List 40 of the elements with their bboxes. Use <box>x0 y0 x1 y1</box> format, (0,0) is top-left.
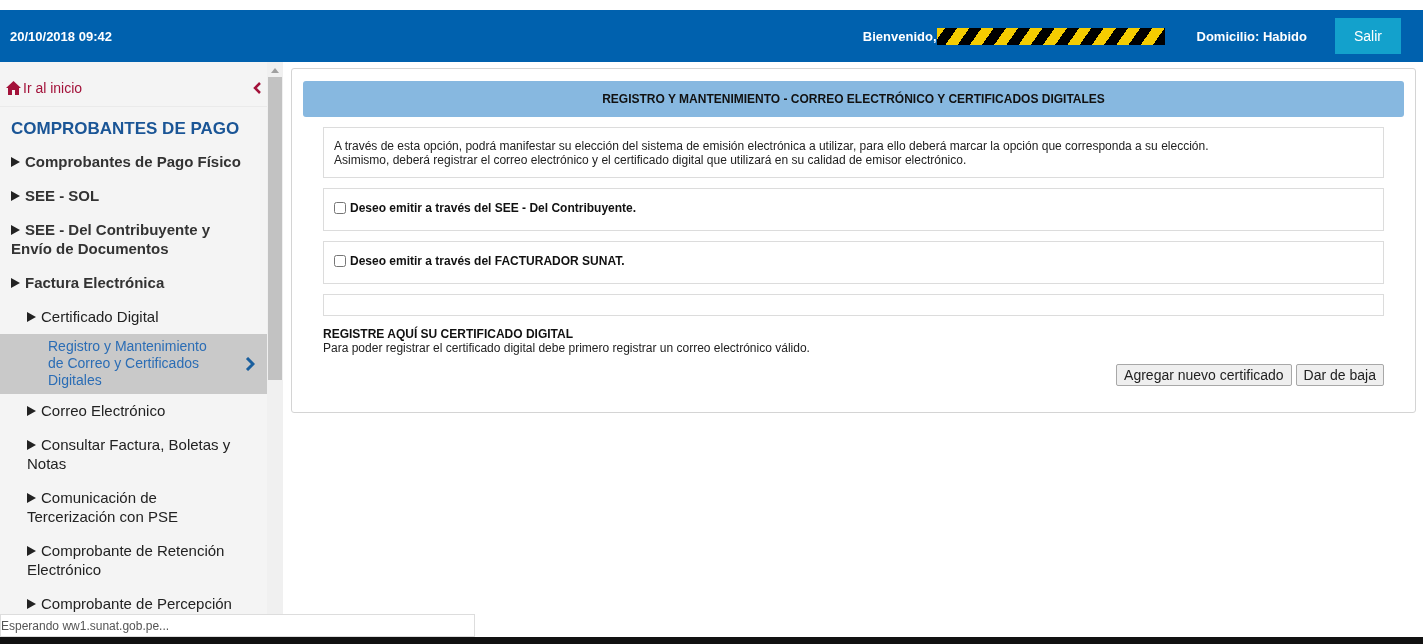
chevron-right-icon <box>245 356 255 371</box>
sidebar-item[interactable]: Certificado Digital <box>0 300 267 334</box>
triangle-right-icon <box>27 493 36 503</box>
intro-text: Asimismo, deberá registrar el correo electrónico y el certificado digital que utilizará en su calidad de emisor electrónico. <box>334 153 968 167</box>
action-button[interactable]: Agregar nuevo certificado <box>1116 364 1292 386</box>
option-checkbox[interactable]: Deseo emitir a través del SEE - Del Contribuyente. <box>334 201 637 215</box>
date-time: 20/10/2018 09:42 <box>9 28 112 44</box>
triangle-right-icon <box>27 440 36 450</box>
option-checkbox[interactable]: Deseo emitir a través del FACTURADOR SUNAT. <box>334 254 625 268</box>
section-note: Para poder registrar el certificado digital debe primero registrar un correo electrónico válido. <box>323 341 811 355</box>
triangle-right-icon <box>11 191 20 201</box>
triangle-right-icon <box>27 406 36 416</box>
sidebar-item[interactable]: SEE - SOL <box>0 179 267 213</box>
sidebar-item[interactable]: Comprobantes de Pago Físico <box>0 145 267 179</box>
home-link[interactable]: Ir al inicio <box>6 80 83 96</box>
sidebar-item[interactable]: Factura Electrónica <box>0 266 267 300</box>
triangle-right-icon <box>11 225 20 235</box>
collapse-icon[interactable] <box>253 82 261 94</box>
triangle-right-icon <box>27 599 36 609</box>
sidebar-item[interactable]: Consultar Factura, Boletas y Notas <box>0 428 267 481</box>
sidebar-item[interactable]: Correo Electrónico <box>0 394 267 428</box>
section-heading: REGISTRE AQUÍ SU CERTIFICADO DIGITAL <box>323 327 574 341</box>
triangle-right-icon <box>11 157 20 167</box>
welcome-text: Bienvenido, <box>862 28 937 44</box>
checkbox[interactable] <box>334 255 346 267</box>
scroll-up-icon[interactable] <box>271 68 279 73</box>
checkbox[interactable] <box>334 202 346 214</box>
sidebar-item[interactable]: SEE - Del Contribuyente y Envío de Documentos <box>0 213 267 266</box>
sidebar-item[interactable]: Comunicación de Tercerización con PSE <box>0 481 267 534</box>
sidebar-heading: COMPROBANTES DE PAGO <box>10 118 241 140</box>
intro-text: A través de esta opción, podrá manifestar su elección del sistema de emisión electrónica a utilizar, para ello deberá marcar la opción que corresponda a su elección. <box>334 139 1210 153</box>
triangle-right-icon <box>27 312 36 322</box>
action-button[interactable]: Dar de baja <box>1295 364 1384 386</box>
triangle-right-icon <box>11 278 20 288</box>
triangle-right-icon <box>27 546 36 556</box>
status-toast: Esperando ww1.sunat.gob.pe... <box>0 614 475 637</box>
home-icon <box>6 81 21 95</box>
sidebar-item[interactable]: Comprobante de Retención Electrónico <box>0 534 267 587</box>
panel-title: REGISTRO Y MANTENIMIENTO - CORREO ELECTRÓNICO Y CERTIFICADOS DIGITALES <box>303 81 1404 117</box>
address-status: Domicilio: Habido <box>1196 28 1307 44</box>
